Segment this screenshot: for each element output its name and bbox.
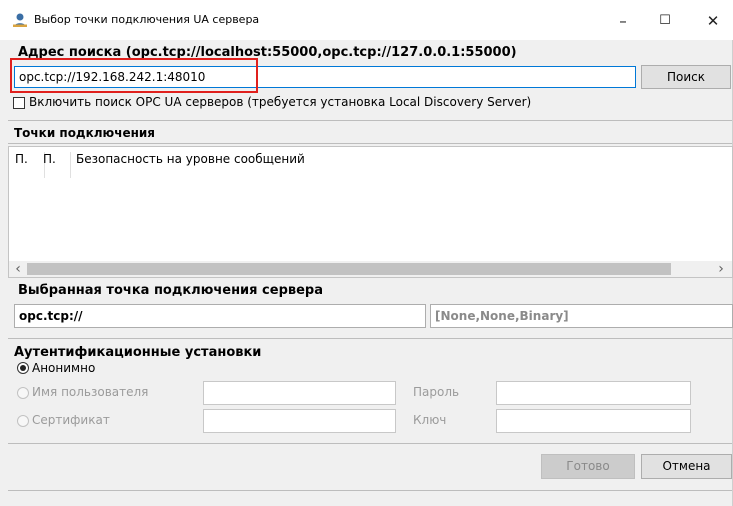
username-label: Имя пользователя <box>32 385 149 399</box>
close-button[interactable]: ✕ <box>693 8 733 34</box>
key-label: Ключ <box>413 413 447 427</box>
dialog-window: Выбор точки подключения UA сервера – ☐ ✕… <box>0 0 733 506</box>
certificate-radio[interactable] <box>17 415 29 427</box>
divider <box>8 120 732 121</box>
ok-button[interactable]: Готово <box>541 454 635 479</box>
search-button[interactable]: Поиск <box>641 65 731 89</box>
horizontal-scrollbar[interactable]: ‹ › <box>9 261 732 277</box>
scroll-left-icon[interactable]: ‹ <box>11 261 25 277</box>
certificate-input[interactable] <box>203 409 396 433</box>
password-input[interactable] <box>496 381 691 405</box>
divider <box>8 338 732 339</box>
cancel-button[interactable]: Отмена <box>641 454 732 479</box>
selected-endpoint-label: Выбранная точка подключения сервера <box>18 283 323 298</box>
anonymous-radio[interactable] <box>17 362 29 374</box>
endpoints-list[interactable]: П. П. Безопасность на уровне сообщений ‹… <box>8 146 733 278</box>
column-header-label: П. <box>15 152 28 166</box>
title-bar[interactable]: Выбор точки подключения UA сервера – ☐ ✕ <box>0 0 733 40</box>
column-header[interactable]: Безопасность на уровне сообщений <box>76 152 406 166</box>
username-radio[interactable] <box>17 387 29 399</box>
endpoints-label: Точки подключения <box>14 126 156 140</box>
column-header[interactable]: П. <box>15 152 45 178</box>
column-header[interactable]: П. <box>43 152 71 178</box>
password-label: Пароль <box>413 385 460 399</box>
maximize-button[interactable]: ☐ <box>645 8 685 34</box>
divider <box>8 143 732 144</box>
divider <box>8 443 732 444</box>
username-input[interactable] <box>203 381 396 405</box>
divider <box>8 490 732 491</box>
certificate-label: Сертификат <box>32 413 110 427</box>
scroll-right-icon[interactable]: › <box>714 261 728 277</box>
selected-endpoint-security: [None,None,Binary] <box>430 304 733 328</box>
app-user-icon <box>13 13 27 27</box>
selected-endpoint-url[interactable]: opc.tcp:// <box>14 304 426 328</box>
auth-label: Аутентификационные установки <box>14 345 262 360</box>
column-header-label: П. <box>43 152 56 166</box>
column-header-label: Безопасность на уровне сообщений <box>76 152 305 166</box>
window-title: Выбор точки подключения UA сервера <box>34 13 260 26</box>
lds-checkbox[interactable] <box>13 97 25 109</box>
minimize-button[interactable]: – <box>603 8 643 34</box>
anonymous-label: Анонимно <box>32 361 96 375</box>
highlight-frame <box>10 58 258 93</box>
key-input[interactable] <box>496 409 691 433</box>
scrollbar-thumb[interactable] <box>27 263 671 275</box>
lds-checkbox-label: Включить поиск OPC UA серверов (требуетс… <box>29 95 532 109</box>
